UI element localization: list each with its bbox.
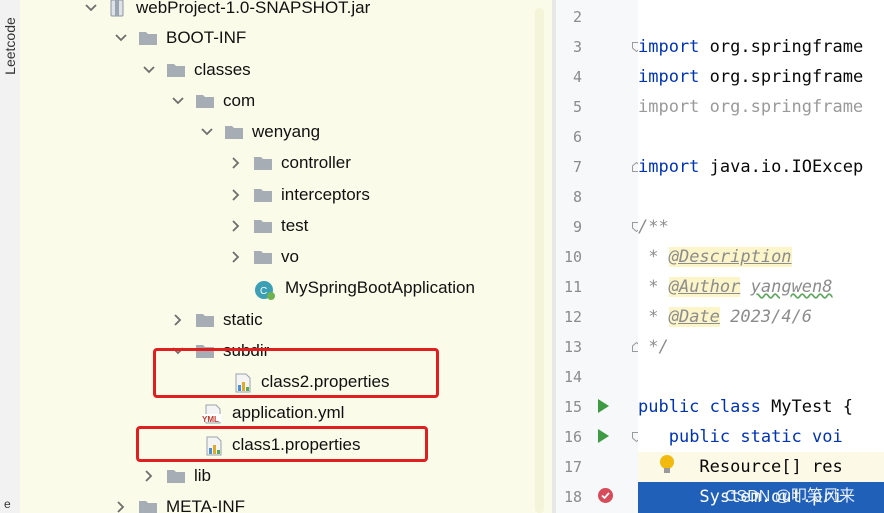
chevron-right-icon[interactable]	[229, 250, 243, 264]
leetcode-tool-tab[interactable]: Leetcode	[2, 14, 18, 78]
line-number: 6	[572, 128, 582, 146]
tree-node-label: com	[223, 91, 256, 110]
code-line-4: import org.springframe	[638, 67, 864, 87]
folder-icon	[138, 29, 158, 47]
jar-icon	[108, 0, 128, 17]
line-number: 13	[563, 338, 582, 356]
tree-node-label: vo	[281, 247, 299, 266]
line-number: 15	[563, 398, 582, 416]
line-number: 5	[572, 98, 582, 116]
chevron-down-icon[interactable]	[114, 31, 128, 45]
tree-node-lib[interactable]: lib	[142, 464, 211, 488]
line-number: 11	[563, 278, 582, 296]
tree-node-interceptors[interactable]: interceptors	[229, 183, 370, 207]
code-line-16: public static voi	[668, 427, 843, 447]
chevron-right-icon[interactable]	[229, 156, 243, 170]
line-number: 17	[563, 458, 582, 476]
tree-node-label: MySpringBootApplication	[285, 278, 475, 297]
run-class-icon[interactable]	[598, 399, 609, 413]
code-line-11: * @Author yangwen8	[638, 277, 833, 297]
chevron-down-icon[interactable]	[84, 1, 98, 15]
line-number: 4	[572, 68, 582, 86]
annotation-box-class2	[153, 348, 439, 398]
tree-node-label: controller	[281, 153, 351, 172]
line-number: 10	[563, 248, 582, 266]
watermark: CSDN @叩笑风来	[725, 488, 856, 505]
folder-icon	[195, 311, 215, 329]
tree-node-classes[interactable]: classes	[142, 58, 251, 82]
tree-node-label: lib	[194, 466, 212, 485]
folder-icon	[138, 498, 158, 513]
code-editor[interactable]: import org.springframe import org.spring…	[638, 0, 884, 513]
line-number: 12	[563, 308, 582, 326]
svg-text:C: C	[260, 286, 267, 297]
chevron-right-icon[interactable]	[171, 313, 185, 327]
svg-text:YML: YML	[202, 415, 219, 424]
tree-node-vo[interactable]: vo	[229, 245, 299, 269]
yaml-file-icon: YML	[202, 404, 224, 424]
spring-class-icon: C	[253, 279, 277, 300]
line-number: 14	[563, 368, 582, 386]
tree-node-label: webProject-1.0-SNAPSHOT.jar	[136, 0, 371, 17]
folder-icon	[195, 92, 215, 110]
tree-node-myspringbootapplication[interactable]: C MySpringBootApplication	[253, 276, 475, 300]
code-line-7: import java.io.IOExcep	[638, 157, 864, 177]
tree-node-jar[interactable]: webProject-1.0-SNAPSHOT.jar	[84, 0, 370, 20]
folder-icon	[253, 186, 273, 204]
chevron-right-icon[interactable]	[229, 188, 243, 202]
folder-icon	[166, 61, 186, 79]
lightbulb-icon[interactable]	[658, 452, 676, 478]
tree-node-label: interceptors	[281, 185, 370, 204]
line-number: 7	[572, 158, 582, 176]
tree-node-test[interactable]: test	[229, 214, 308, 238]
chevron-right-icon[interactable]	[142, 469, 156, 483]
tree-node-wenyang[interactable]: wenyang	[200, 120, 320, 144]
line-number: 18	[563, 488, 582, 506]
chevron-right-icon[interactable]	[114, 500, 128, 513]
tree-node-label: BOOT-INF	[166, 28, 247, 47]
tool-strip-bottom-glyph: e	[4, 497, 11, 511]
chevron-right-icon[interactable]	[229, 219, 243, 233]
tree-node-label: application.yml	[232, 403, 345, 422]
tool-window-strip: Leetcode e	[0, 0, 21, 513]
line-number: 16	[563, 428, 582, 446]
tree-node-label: static	[223, 310, 263, 329]
code-line-12: * @Date 2023/4/6	[638, 307, 813, 327]
line-number: 8	[572, 188, 582, 206]
line-number: 9	[572, 218, 582, 236]
editor-gutter[interactable]: 2 3 4 5 6 7 8 9 10 11 12 13 14 15 16 17 …	[556, 0, 641, 513]
code-line-9: /**	[638, 217, 669, 237]
code-line-5: import org.springframe	[638, 97, 864, 117]
annotation-box-class1	[136, 426, 428, 462]
code-line-15: public class MyTest {	[638, 397, 853, 417]
chevron-down-icon[interactable]	[200, 125, 214, 139]
line-number: 2	[572, 8, 582, 26]
folder-icon	[253, 154, 273, 172]
tree-node-com[interactable]: com	[171, 89, 255, 113]
folder-icon	[253, 248, 273, 266]
folder-icon	[253, 217, 273, 235]
tree-node-application-yml[interactable]: YML application.yml	[202, 401, 344, 425]
tree-node-label: classes	[194, 60, 251, 79]
folder-icon	[224, 123, 244, 141]
chevron-down-icon[interactable]	[142, 63, 156, 77]
tree-node-label: test	[281, 216, 309, 235]
tree-node-boot-inf[interactable]: BOOT-INF	[114, 26, 246, 50]
tree-node-static[interactable]: static	[171, 308, 263, 332]
tree-node-label: wenyang	[252, 122, 321, 141]
tree-scrollbar[interactable]	[535, 8, 544, 513]
code-line-3: import org.springframe	[638, 37, 864, 57]
run-method-icon[interactable]	[598, 429, 609, 443]
tree-node-label: META-INF	[166, 497, 246, 513]
code-line-13: */	[638, 337, 669, 357]
folder-icon	[166, 467, 186, 485]
project-tree[interactable]: webProject-1.0-SNAPSHOT.jar BOOT-INF cla…	[20, 0, 552, 513]
line-number: 3	[572, 38, 582, 56]
chevron-down-icon[interactable]	[171, 94, 185, 108]
code-line-10: * @Description	[638, 247, 792, 267]
breakpoint-icon[interactable]	[598, 488, 613, 503]
tree-node-meta-inf[interactable]: META-INF	[114, 495, 245, 513]
tree-node-controller[interactable]: controller	[229, 151, 351, 175]
